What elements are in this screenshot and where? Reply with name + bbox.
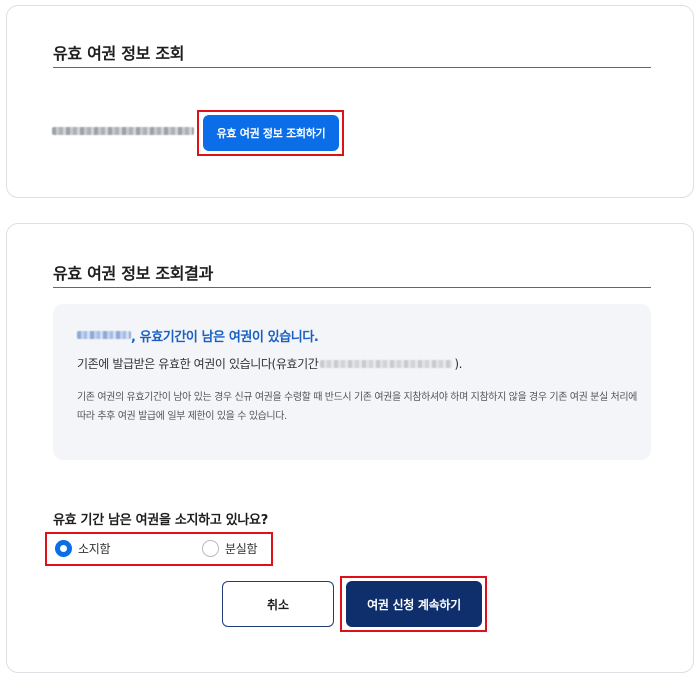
existing-passport-text: 기존에 발급받은 유효한 여권이 있습니다(유효기간 ). [77, 355, 462, 372]
result-title: 유효 여권 정보 조회결과 [53, 264, 214, 283]
radio-selected-icon [55, 540, 72, 557]
radio-lost-label: 분실함 [225, 542, 258, 556]
masked-validity-period [320, 359, 453, 368]
radio-possess[interactable]: 소지함 [55, 540, 111, 557]
lookup-divider [53, 67, 651, 68]
masked-passport-number [52, 127, 194, 135]
continue-application-button[interactable]: 여권 신청 계속하기 [346, 581, 482, 627]
result-note: 기존 여권의 유효기간이 남아 있는 경우 신규 여권을 수령할 때 반드시 기… [77, 392, 637, 422]
possession-question: 유효 기간 남은 여권을 소지하고 있나요? [53, 513, 268, 528]
cancel-button[interactable]: 취소 [222, 581, 334, 627]
lookup-title: 유효 여권 정보 조회 [53, 44, 185, 63]
result-info-box: , 유효기간이 남은 여권이 있습니다. 기존에 발급받은 유효한 여권이 있습… [53, 304, 651, 460]
existing-text-prefix: 기존에 발급받은 유효한 여권이 있습니다(유효기간 [77, 357, 319, 371]
result-divider [53, 287, 651, 288]
radio-lost[interactable]: 분실함 [202, 540, 258, 557]
radio-possess-label: 소지함 [78, 542, 111, 556]
lookup-passport-button[interactable]: 유효 여권 정보 조회하기 [203, 115, 339, 151]
passport-lookup-card: 유효 여권 정보 조회 유효 여권 정보 조회하기 [6, 5, 694, 198]
result-headline: , 유효기간이 남은 여권이 있습니다. [131, 330, 319, 345]
masked-applicant-name [77, 331, 131, 339]
existing-text-suffix: ). [454, 356, 463, 371]
passport-result-card: 유효 여권 정보 조회결과 , 유효기간이 남은 여권이 있습니다. 기존에 발… [6, 223, 694, 673]
radio-unselected-icon [202, 540, 219, 557]
